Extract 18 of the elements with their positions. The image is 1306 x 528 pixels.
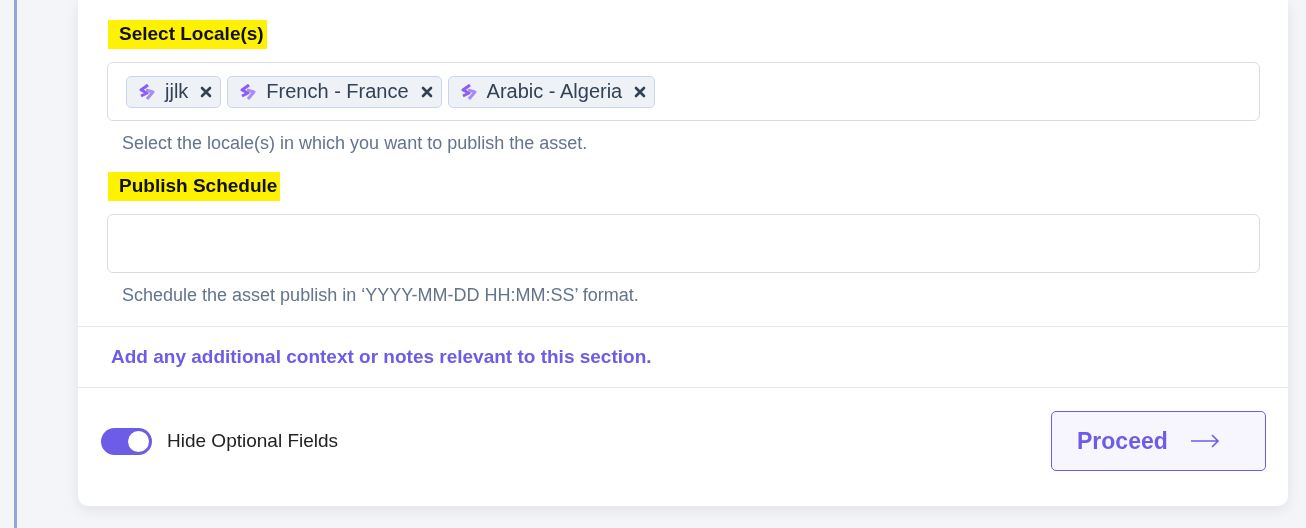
field-label: Publish Schedule (108, 172, 281, 201)
tag-label: jjlk (165, 80, 189, 103)
swap-icon (137, 83, 157, 100)
input-field[interactable] (107, 214, 1260, 273)
close-icon[interactable] (634, 85, 647, 98)
proceed-button[interactable]: Proceed (1051, 411, 1266, 471)
tag-label: Arabic - Algeria (486, 80, 623, 103)
locale-select[interactable]: jjlk French - France Arabic - Algeria (107, 62, 1260, 121)
close-icon[interactable] (200, 85, 213, 98)
arrow-right-icon (1189, 434, 1220, 448)
toggle-switch[interactable] (101, 427, 152, 455)
toggle-label: Hide Optional Fields (167, 430, 339, 452)
field-label: Select Locale(s) (108, 20, 267, 49)
section-note: Add any additional context or notes relevant to this section. (111, 346, 652, 368)
tag-label: French - France (266, 80, 409, 103)
help-text: Select the locale(s) in which you want to publish the asset. (122, 133, 589, 154)
close-icon[interactable] (420, 85, 433, 98)
help-text: Schedule the asset publish in ‘YYYY-MM-DD HH:MM:SS’ format. (122, 285, 640, 306)
